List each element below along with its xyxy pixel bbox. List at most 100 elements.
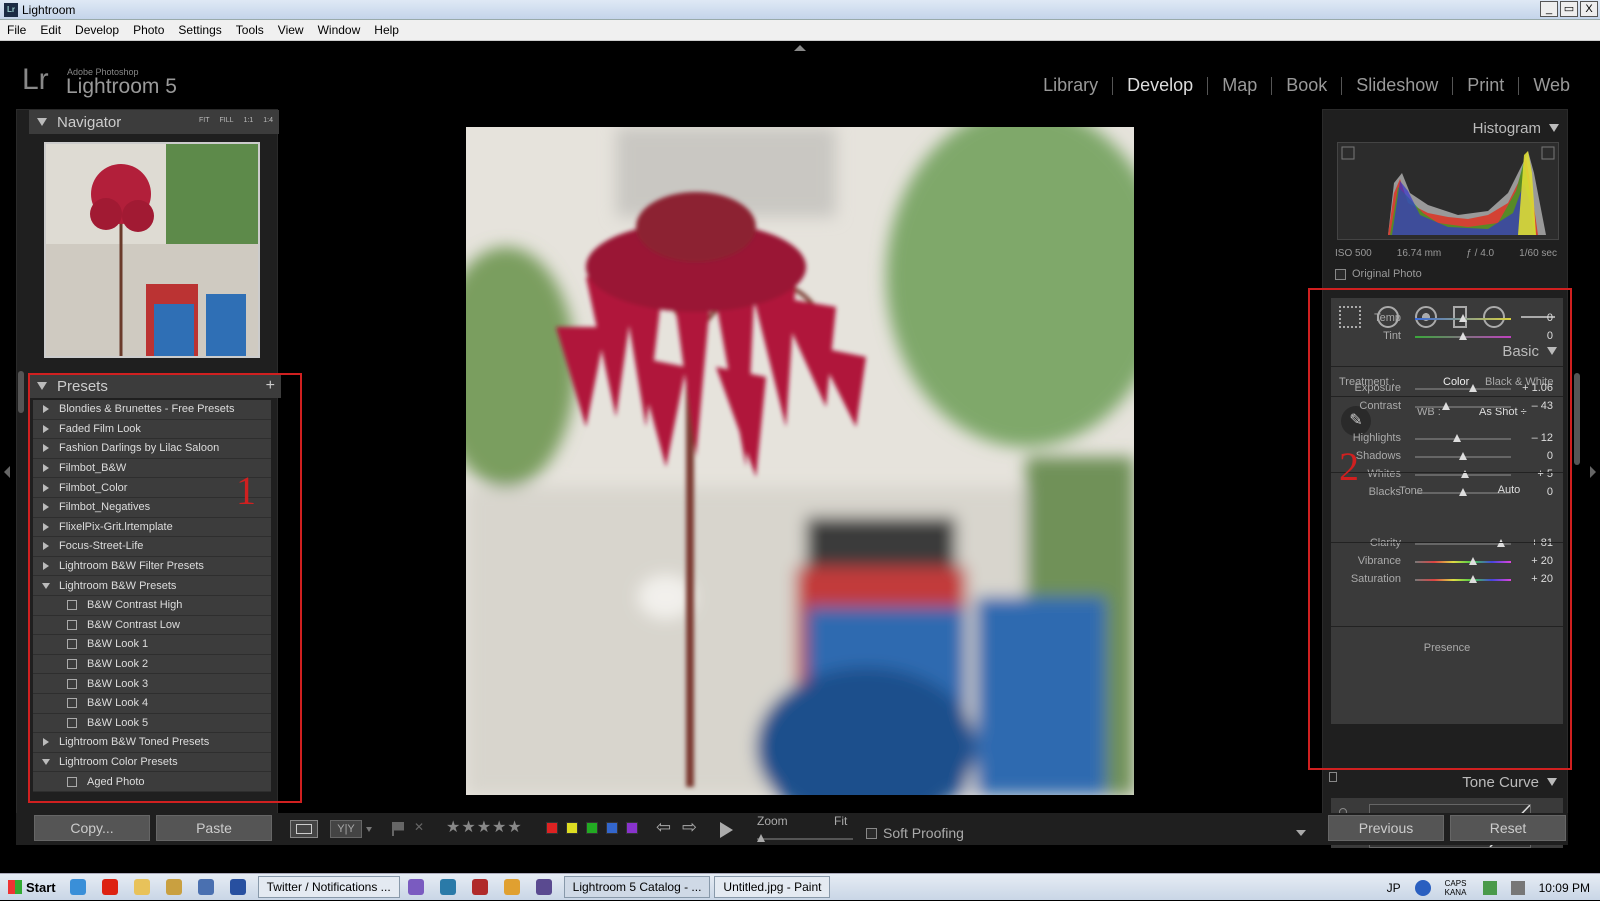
module-book[interactable]: Book	[1272, 75, 1341, 96]
panel-toggle-switch[interactable]	[1329, 772, 1337, 782]
left-panel-scrollbar[interactable]	[18, 371, 24, 413]
media-icon[interactable]	[471, 879, 488, 895]
clock-app-icon[interactable]	[439, 879, 456, 895]
histogram-title: Histogram	[1472, 119, 1541, 137]
annotation-number-2: 2	[1339, 444, 1359, 489]
utility-icon[interactable]	[503, 879, 520, 895]
task-lightroom[interactable]: Lightroom 5 Catalog - ...	[563, 876, 711, 898]
reset-button[interactable]: Reset	[1450, 815, 1566, 841]
right-panel-toggle-icon[interactable]	[1590, 466, 1596, 478]
minimize-button[interactable]: _	[1540, 1, 1558, 17]
soft-proofing-toggle[interactable]: Soft Proofing	[866, 825, 964, 841]
color-label-purple[interactable]	[626, 822, 638, 834]
keyboard-icon[interactable]	[197, 879, 214, 895]
zoom-fit-option[interactable]: FIT	[199, 117, 210, 124]
star-3-icon[interactable]: ★	[477, 817, 491, 837]
star-rating: ★ ★ ★ ★ ★	[446, 817, 522, 837]
module-library[interactable]: Library	[1029, 75, 1112, 96]
module-map[interactable]: Map	[1208, 75, 1271, 96]
star-4-icon[interactable]: ★	[492, 817, 506, 837]
previous-settings-button[interactable]: Previous	[1328, 815, 1444, 841]
folder-icon[interactable]	[133, 879, 150, 895]
color-label-green[interactable]	[586, 822, 598, 834]
window-title: Lightroom	[22, 2, 76, 17]
menu-help[interactable]: Help	[367, 23, 406, 37]
paste-settings-button[interactable]: Paste	[156, 815, 272, 841]
annotation-box-basic	[1308, 288, 1572, 770]
menu-tools[interactable]: Tools	[229, 23, 271, 37]
volume-icon[interactable]	[1510, 880, 1525, 895]
zoom-1-1-option[interactable]: 1:1	[244, 117, 254, 124]
star-1-icon[interactable]: ★	[446, 817, 460, 837]
color-label-yellow[interactable]	[566, 822, 578, 834]
menu-bar: File Edit Develop Photo Settings Tools V…	[0, 20, 1600, 41]
menu-settings[interactable]: Settings	[171, 23, 228, 37]
tools-icon[interactable]	[165, 879, 182, 895]
toolbar-options-dropdown-icon[interactable]	[1296, 830, 1306, 836]
flag-pick-icon[interactable]	[392, 822, 404, 836]
color-label-blue[interactable]	[606, 822, 618, 834]
histogram-exif: ISO 500 16.74 mm ƒ / 4.0 1/60 sec	[1335, 248, 1557, 259]
left-panel-toggle-icon[interactable]	[4, 466, 10, 478]
collapse-triangle-icon[interactable]	[1547, 778, 1557, 786]
zoom-1-4-option[interactable]: 1:4	[263, 117, 273, 124]
module-develop[interactable]: Develop	[1113, 75, 1207, 96]
help-icon[interactable]	[1414, 879, 1431, 896]
language-indicator[interactable]: JP	[1387, 881, 1401, 895]
color-label-red[interactable]	[546, 822, 558, 834]
view-dropdown-icon[interactable]	[366, 827, 372, 832]
main-photo[interactable]	[466, 127, 1134, 795]
module-print[interactable]: Print	[1453, 75, 1518, 96]
tone-curve-title: Tone Curve	[1462, 773, 1539, 791]
histogram-graph[interactable]	[1337, 142, 1559, 240]
navigator-title: Navigator	[57, 113, 122, 131]
star-5-icon[interactable]: ★	[507, 817, 521, 837]
original-photo-label: Original Photo	[1352, 268, 1422, 280]
collapse-triangle-icon[interactable]	[1549, 124, 1559, 132]
module-web[interactable]: Web	[1519, 75, 1584, 96]
zoom-slider-thumb[interactable]	[757, 834, 765, 842]
original-photo-checkbox[interactable]	[1335, 268, 1346, 280]
app-d-icon[interactable]	[229, 879, 246, 895]
copy-settings-button[interactable]: Copy...	[34, 815, 150, 841]
menu-photo[interactable]: Photo	[126, 23, 171, 37]
menu-edit[interactable]: Edit	[33, 23, 68, 37]
navigator-preview[interactable]	[44, 142, 260, 358]
before-after-view-button[interactable]: Y|Y	[330, 820, 362, 838]
navigator-header[interactable]: Navigator FIT FILL 1:1 1:4	[29, 110, 279, 134]
soft-proofing-checkbox[interactable]	[866, 827, 877, 839]
right-panel-scrollbar[interactable]	[1574, 373, 1580, 465]
zoom-fill-option[interactable]: FILL	[220, 117, 234, 124]
task-paint[interactable]: Untitled.jpg - Paint	[714, 876, 831, 898]
menu-develop[interactable]: Develop	[68, 23, 126, 37]
previous-photo-icon[interactable]: ⇦	[656, 817, 671, 838]
zoom-slider[interactable]	[757, 834, 853, 842]
module-picker: Library Develop Map Book Slideshow Print…	[1029, 75, 1584, 96]
menu-view[interactable]: View	[271, 23, 311, 37]
start-button[interactable]: Start	[2, 876, 62, 898]
menu-file[interactable]: File	[0, 23, 33, 37]
network-icon[interactable]	[1482, 880, 1497, 895]
play-slideshow-icon[interactable]	[720, 822, 733, 838]
task-twitter[interactable]: Twitter / Notifications ...	[257, 876, 400, 898]
loupe-view-button[interactable]	[290, 820, 318, 838]
tone-curve-header[interactable]: Tone Curve	[1331, 770, 1563, 794]
module-slideshow[interactable]: Slideshow	[1342, 75, 1452, 96]
collapse-top-panel-icon[interactable]	[794, 45, 806, 51]
visual-studio-icon[interactable]	[535, 879, 552, 895]
histogram-header[interactable]: Histogram	[1323, 116, 1569, 140]
clock[interactable]: 10:09 PM	[1539, 881, 1590, 895]
collapse-triangle-icon[interactable]	[37, 118, 47, 126]
flag-reject-icon[interactable]: ✕	[414, 820, 426, 834]
star-2-icon[interactable]: ★	[461, 817, 475, 837]
next-photo-icon[interactable]: ⇨	[682, 817, 697, 838]
menu-window[interactable]: Window	[311, 23, 368, 37]
close-button[interactable]: X	[1580, 1, 1598, 17]
maximize-button[interactable]: ▭	[1560, 1, 1578, 17]
viber-icon[interactable]	[407, 879, 424, 895]
ie-icon[interactable]	[69, 879, 86, 895]
windows-logo-icon	[8, 880, 22, 894]
opera-icon[interactable]	[101, 879, 118, 895]
original-photo-toggle[interactable]: Original Photo	[1335, 268, 1422, 280]
lightroom-app-icon: Lr	[4, 2, 18, 17]
